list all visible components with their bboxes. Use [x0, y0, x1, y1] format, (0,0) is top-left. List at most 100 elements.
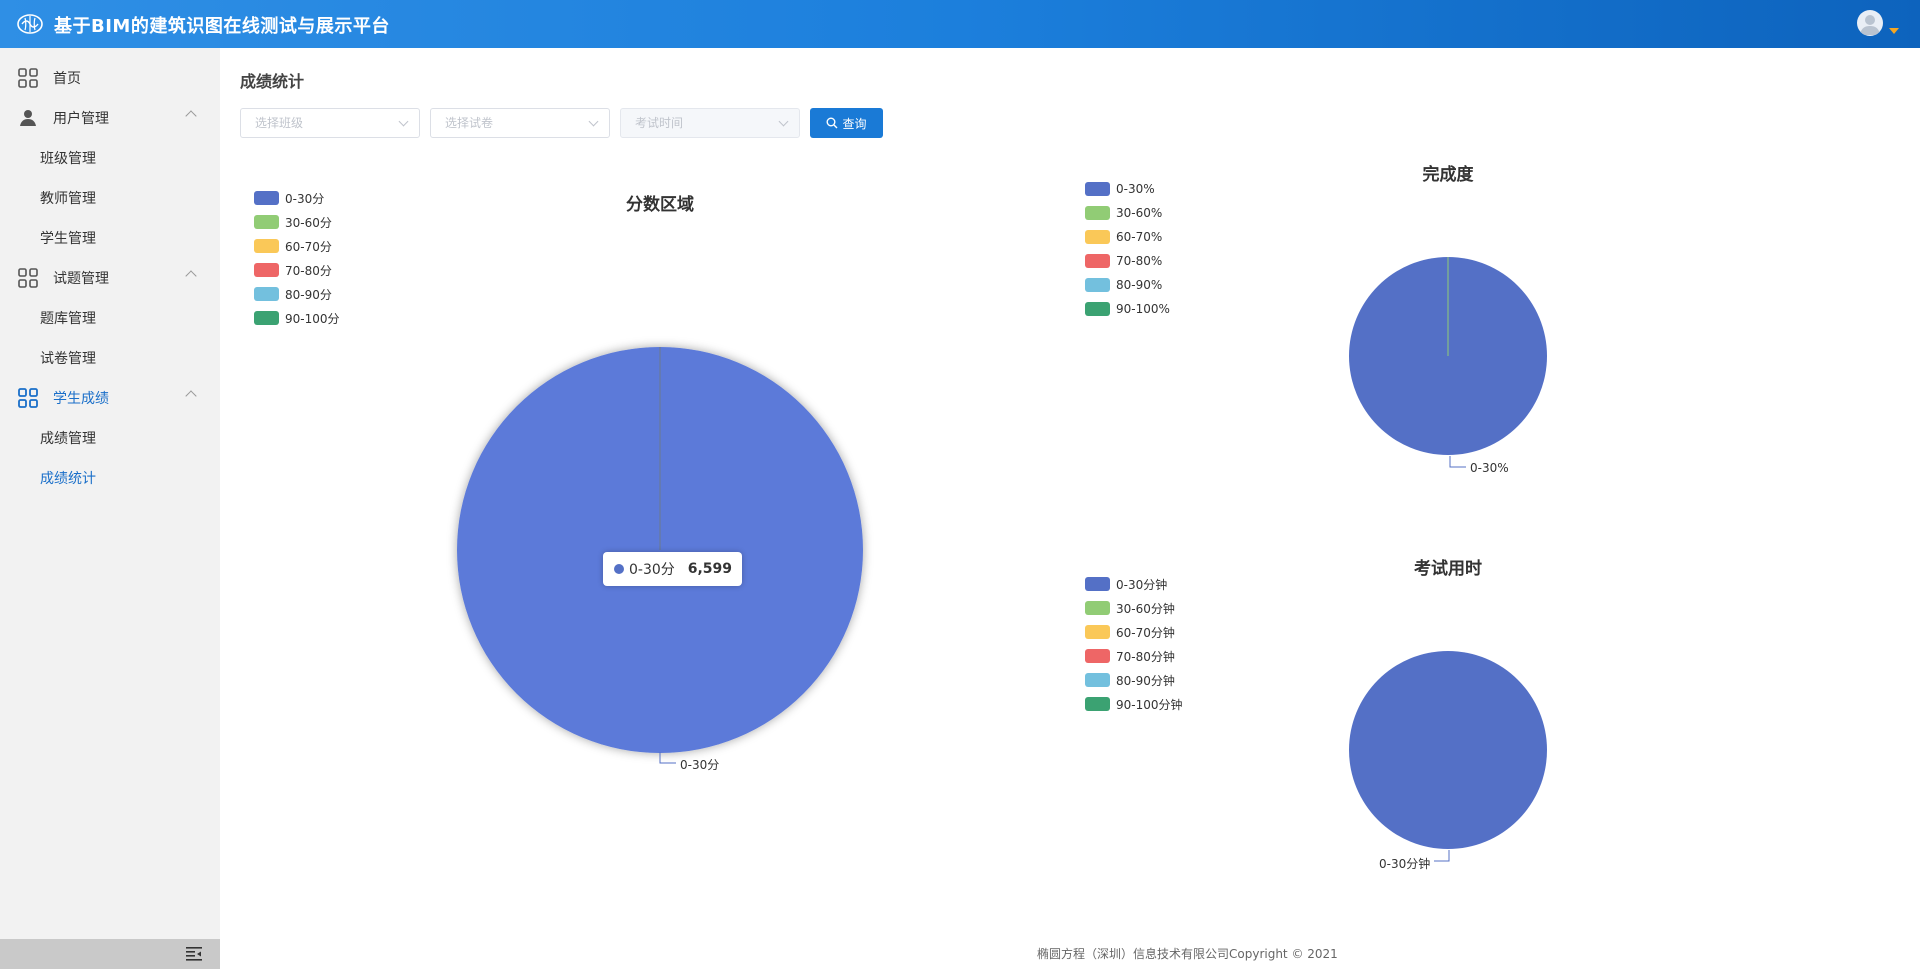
legend-item[interactable]: 80-90% — [1085, 273, 1170, 297]
collapse-menu-icon[interactable] — [186, 947, 202, 961]
sidebar-item-home[interactable]: 首页 — [0, 58, 220, 98]
legend-label: 90-100分 — [285, 311, 340, 326]
sidebar-item-question-management[interactable]: 试题管理 — [0, 258, 220, 298]
pie-chart-score — [457, 347, 863, 753]
search-icon — [826, 117, 838, 129]
sidebar-item-label: 首页 — [53, 71, 81, 87]
legend-swatch — [254, 191, 279, 205]
legend-score: 0-30分 30-60分 60-70分 70-80分 80-90分 90-100分 — [254, 186, 340, 330]
pie-chart-duration — [1349, 651, 1547, 849]
sidebar-item-score-management[interactable]: 成绩管理 — [0, 418, 220, 458]
footer-copyright: 椭圆方程（深圳）信息技术有限公司Copyright © 2021 — [1037, 947, 1338, 961]
legend-label: 70-80分钟 — [1116, 649, 1175, 664]
legend-item[interactable]: 90-100% — [1085, 297, 1170, 321]
class-select-placeholder: 选择班级 — [255, 116, 304, 130]
sidebar-item-class-management[interactable]: 班级管理 — [0, 138, 220, 178]
legend-label: 70-80分 — [285, 263, 332, 278]
legend-item[interactable]: 90-100分 — [254, 306, 340, 330]
legend-item[interactable]: 0-30% — [1085, 177, 1170, 201]
grid-icon — [18, 388, 38, 408]
legend-swatch — [1085, 625, 1110, 639]
sidebar-item-question-bank[interactable]: 题库管理 — [0, 298, 220, 338]
sidebar-item-student-scores[interactable]: 学生成绩 — [0, 378, 220, 418]
chevron-up-icon — [185, 270, 197, 282]
legend-item[interactable]: 0-30分 — [254, 186, 340, 210]
chevron-down-icon — [588, 116, 599, 127]
class-select[interactable]: 选择班级 — [240, 108, 420, 138]
sidebar-item-user-management[interactable]: 用户管理 — [0, 98, 220, 138]
sidebar-item-label: 成绩管理 — [40, 431, 96, 447]
sidebar-item-label: 学生管理 — [40, 231, 96, 247]
legend-label: 0-30分 — [285, 191, 325, 206]
sidebar-item-label: 班级管理 — [40, 151, 96, 167]
legend-swatch — [1085, 697, 1110, 711]
legend-swatch — [1085, 254, 1110, 268]
label-leader-line — [1449, 456, 1466, 468]
legend-item[interactable]: 60-70分 — [254, 234, 340, 258]
label-leader-line — [659, 752, 676, 764]
legend-label: 60-70分钟 — [1116, 625, 1175, 640]
legend-label: 30-60分钟 — [1116, 601, 1175, 616]
chart-title-duration: 考试用时 — [1414, 559, 1482, 579]
tooltip-series-marker — [614, 564, 624, 574]
page-title: 成绩统计 — [240, 72, 305, 91]
chevron-up-icon — [185, 110, 197, 122]
app-title: 基于BIM的建筑识图在线测试与展示平台 — [54, 16, 390, 37]
legend-item[interactable]: 30-60分钟 — [1085, 596, 1183, 620]
query-button[interactable]: 查询 — [810, 108, 883, 138]
legend-item[interactable]: 90-100分钟 — [1085, 692, 1183, 716]
legend-item[interactable]: 70-80分钟 — [1085, 644, 1183, 668]
sidebar-item-score-statistics[interactable]: 成绩统计 — [0, 458, 220, 498]
legend-swatch — [254, 215, 279, 229]
sidebar-item-label: 学生成绩 — [53, 391, 109, 407]
legend-swatch — [254, 311, 279, 325]
legend-swatch — [254, 263, 279, 277]
caret-down-icon[interactable] — [1889, 28, 1899, 34]
sidebar-item-label: 用户管理 — [53, 111, 109, 127]
slice-label-completion: 0-30% — [1470, 461, 1509, 475]
legend-item[interactable]: 80-90分钟 — [1085, 668, 1183, 692]
user-icon — [1860, 15, 1880, 35]
legend-item[interactable]: 70-80% — [1085, 249, 1170, 273]
legend-item[interactable]: 30-60分 — [254, 210, 340, 234]
legend-swatch — [1085, 278, 1110, 292]
legend-item[interactable]: 60-70% — [1085, 225, 1170, 249]
sidebar-item-label: 教师管理 — [40, 191, 96, 207]
exam-time-select[interactable]: 考试时间 — [620, 108, 800, 138]
legend-swatch — [1085, 206, 1110, 220]
user-avatar[interactable] — [1857, 10, 1883, 36]
sidebar-item-teacher-management[interactable]: 教师管理 — [0, 178, 220, 218]
pie-slice[interactable] — [1349, 651, 1547, 849]
legend-swatch — [1085, 577, 1110, 591]
legend-swatch — [254, 239, 279, 253]
legend-label: 70-80% — [1116, 254, 1163, 268]
legend-item[interactable]: 70-80分 — [254, 258, 340, 282]
pie-chart-completion — [1349, 257, 1547, 455]
legend-swatch — [1085, 601, 1110, 615]
sidebar-item-paper-management[interactable]: 试卷管理 — [0, 338, 220, 378]
legend-swatch — [1085, 302, 1110, 316]
brain-logo-icon — [17, 14, 43, 34]
slice-label-duration: 0-30分钟 — [1379, 857, 1431, 871]
sidebar-item-student-management[interactable]: 学生管理 — [0, 218, 220, 258]
legend-label: 60-70分 — [285, 239, 332, 254]
sidebar-item-label: 试卷管理 — [40, 351, 96, 367]
top-bar: 基于BIM的建筑识图在线测试与展示平台 — [0, 0, 1920, 48]
legend-label: 80-90% — [1116, 278, 1163, 292]
chart-title-score: 分数区域 — [626, 195, 694, 215]
slice-label-score: 0-30分 — [680, 758, 720, 772]
legend-swatch — [1085, 673, 1110, 687]
chart-title-completion: 完成度 — [1422, 165, 1474, 185]
tooltip-label: 0-30分 — [629, 562, 675, 578]
legend-item[interactable]: 60-70分钟 — [1085, 620, 1183, 644]
legend-item[interactable]: 30-60% — [1085, 201, 1170, 225]
legend-completion: 0-30% 30-60% 60-70% 70-80% 80-90% 90-100% — [1085, 177, 1170, 321]
paper-select[interactable]: 选择试卷 — [430, 108, 610, 138]
legend-item[interactable]: 0-30分钟 — [1085, 572, 1183, 596]
grid-icon — [18, 268, 38, 288]
sidebar-item-label: 试题管理 — [53, 271, 109, 287]
legend-item[interactable]: 80-90分 — [254, 282, 340, 306]
sidebar: 首页 用户管理 班级管理 教师管理 学生管理 试题管理 题库管理 试卷管理 学生… — [0, 48, 220, 969]
user-icon — [20, 110, 36, 126]
legend-swatch — [1085, 230, 1110, 244]
